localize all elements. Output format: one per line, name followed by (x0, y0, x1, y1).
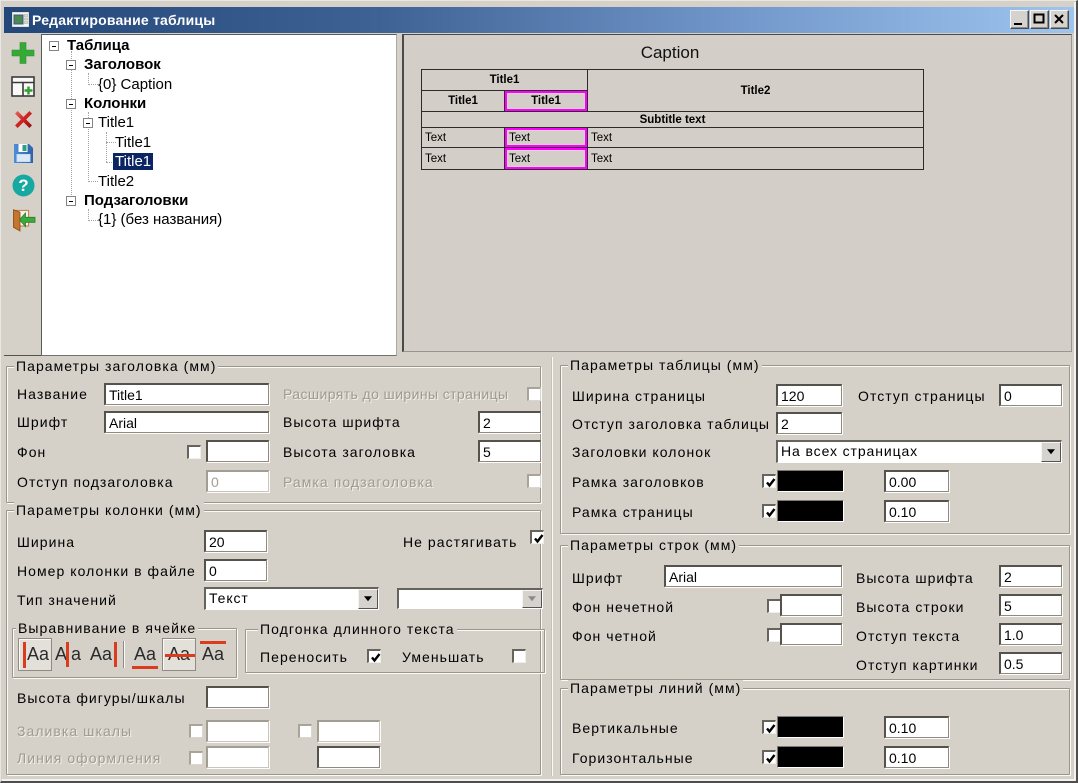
svg-text:?: ? (18, 176, 28, 195)
